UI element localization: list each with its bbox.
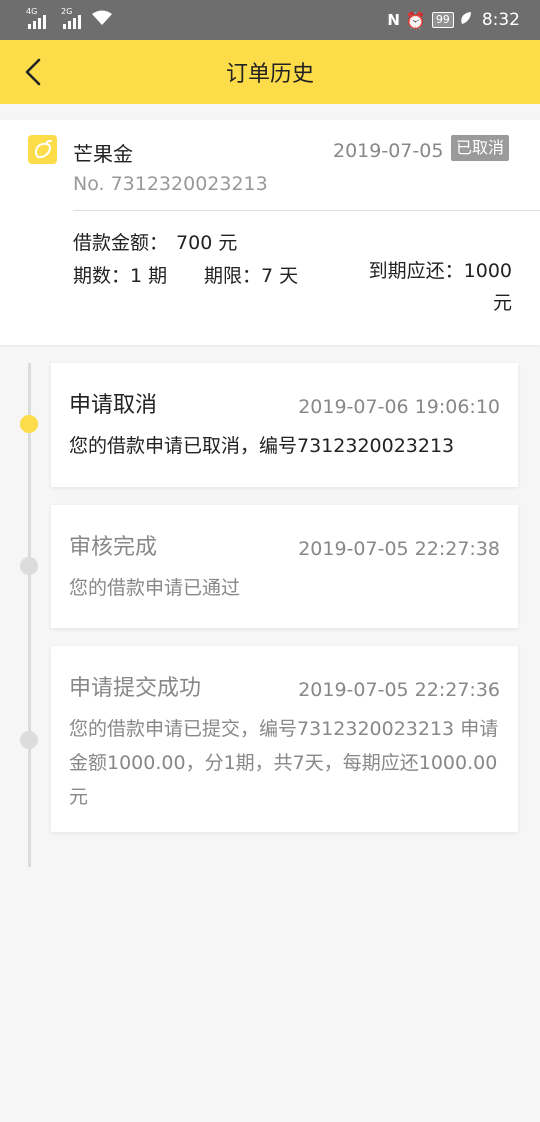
due-repayment: 到期应还：1000 元 xyxy=(360,255,512,319)
timeline-dot xyxy=(20,731,38,749)
term-days: 期限：7 天 xyxy=(204,265,299,287)
status-badge: 已取消 xyxy=(451,135,510,161)
event-time: 2019-07-05 22:27:36 xyxy=(298,679,500,701)
event-title: 申请取消 xyxy=(69,393,158,418)
term-periods: 期数：1 期 xyxy=(73,265,168,287)
loan-amount-label: 借款金额： xyxy=(73,232,169,254)
app-header: 订单历史 xyxy=(0,40,540,104)
leaf-icon xyxy=(460,11,472,29)
event-description: 您的借款申请已取消，编号7312320023213 xyxy=(69,435,455,457)
timeline-event-card: 审核完成 2019-07-05 22:27:38 您的借款申请已通过 xyxy=(51,505,518,628)
event-description: 您的借款申请已通过 xyxy=(69,577,241,599)
timeline-line xyxy=(28,363,31,867)
event-title: 申请提交成功 xyxy=(69,676,202,701)
timeline-event-card: 申请提交成功 2019-07-05 22:27:36 您的借款申请已提交，编号7… xyxy=(51,646,518,832)
order-number: No. 7312320023213 xyxy=(73,173,268,195)
timeline-event-card: 申请取消 2019-07-06 19:06:10 您的借款申请已取消，编号731… xyxy=(51,363,518,487)
divider xyxy=(73,210,540,211)
network-type-label: 2G xyxy=(61,7,73,16)
loan-amount-value: 700 元 xyxy=(176,232,238,254)
due-repayment-unit: 元 xyxy=(492,292,512,314)
order-card: 芒果金 2019-07-05 已取消 No. 7312320023213 借款金… xyxy=(0,120,540,345)
order-date: 2019-07-05 xyxy=(333,140,444,162)
network-type-label: 4G xyxy=(26,7,38,16)
status-right: N ⏰ 99 8:32 xyxy=(387,10,520,30)
status-left: 4G 2G xyxy=(26,7,112,30)
timeline-dot xyxy=(20,557,38,575)
loan-amount: 借款金额： 700 元 xyxy=(73,228,237,255)
clock-time: 8:32 xyxy=(481,10,520,30)
alarm-icon: ⏰ xyxy=(405,10,426,30)
back-button[interactable] xyxy=(14,52,54,92)
product-name: 芒果金 xyxy=(73,142,133,166)
cell-signal-1-icon: 4G xyxy=(26,7,51,29)
event-title: 审核完成 xyxy=(69,535,158,560)
status-bar: 4G 2G N ⏰ 99 8:32 xyxy=(0,0,540,40)
event-time: 2019-07-05 22:27:38 xyxy=(298,538,500,560)
mango-brand-icon xyxy=(28,135,57,164)
timeline-dot xyxy=(20,415,38,433)
cell-signal-2-icon: 2G xyxy=(61,7,86,29)
battery-icon: 99 xyxy=(431,12,454,28)
wifi-icon xyxy=(92,10,112,30)
chevron-left-icon xyxy=(25,58,41,86)
nfc-icon: N xyxy=(387,11,400,29)
due-repayment-amount: 到期应还：1000 xyxy=(368,260,512,282)
page-title: 订单历史 xyxy=(225,62,314,87)
event-time: 2019-07-06 19:06:10 xyxy=(298,396,500,418)
event-description: 您的借款申请已提交，编号7312320023213 申请金额1000.00，分1… xyxy=(69,718,499,808)
